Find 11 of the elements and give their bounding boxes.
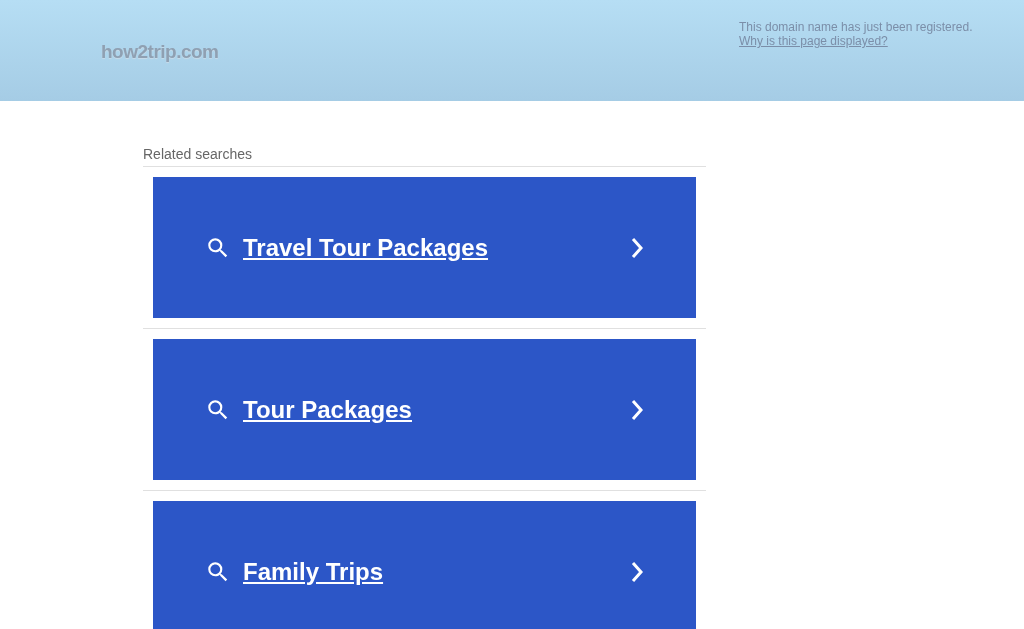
search-term[interactable]: Travel Tour Packages: [243, 229, 630, 266]
domain-notice: This domain name has just been registered.: [739, 20, 973, 34]
search-term[interactable]: Tour Packages: [243, 391, 630, 428]
chevron-right-icon: [630, 236, 644, 259]
search-term[interactable]: Family Trips: [243, 553, 630, 590]
chevron-right-icon: [630, 398, 644, 421]
search-result-link[interactable]: Family Trips: [153, 501, 696, 629]
search-result-link[interactable]: Travel Tour Packages: [153, 177, 696, 318]
search-result-link[interactable]: Tour Packages: [153, 339, 696, 480]
section-title: Related searches: [143, 146, 253, 164]
chevron-right-icon: [630, 560, 644, 583]
